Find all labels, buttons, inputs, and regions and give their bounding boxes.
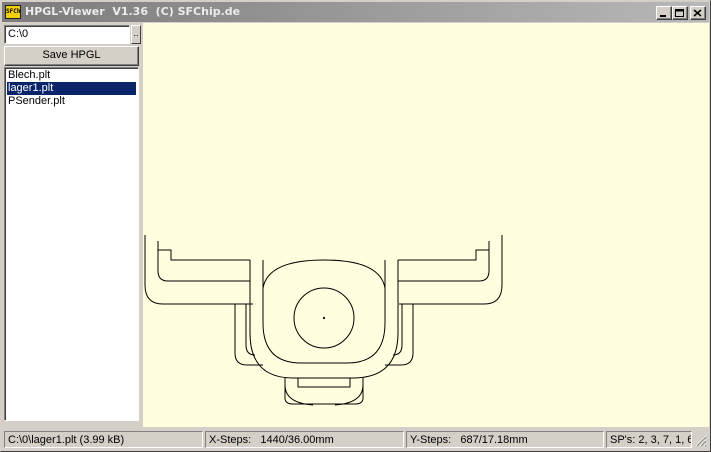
close-button[interactable] — [690, 6, 706, 20]
status-file: C:\0\lager1.plt (3.99 kB) — [4, 431, 203, 448]
app-icon[interactable]: SFChip — [5, 5, 21, 19]
title-bar[interactable]: SFChip HPGL-Viewer V1.36 (C) SFChip.de — [2, 2, 709, 22]
window-title: HPGL-Viewer V1.36 (C) SFChip.de — [25, 5, 241, 18]
drawing-dome — [262, 259, 386, 289]
drawing-side-wing — [234, 304, 263, 366]
status-xsteps: X-Steps: 1440/36.00mm — [205, 431, 404, 448]
hpgl-drawing — [144, 235, 503, 406]
file-list[interactable]: Blech.plt lager1.plt PSender.plt — [4, 67, 139, 421]
maximize-button[interactable] — [672, 6, 688, 20]
plot-canvas[interactable] — [143, 23, 709, 427]
drawing-outer-bracket — [144, 235, 253, 305]
status-ysteps: Y-Steps: 687/17.18mm — [406, 431, 604, 448]
status-bar: C:\0\lager1.plt (3.99 kB) X-Steps: 1440/… — [2, 429, 709, 450]
browse-button[interactable]: .. — [131, 25, 141, 44]
drawing-top-plate — [158, 249, 250, 261]
close-icon — [693, 9, 702, 17]
status-sps: SP's: 2, 3, 7, 1, 6 — [606, 431, 692, 448]
save-hpgl-button[interactable]: Save HPGL — [4, 46, 139, 66]
minimize-button[interactable] — [656, 6, 672, 20]
file-item-lager1[interactable]: lager1.plt — [7, 82, 136, 95]
drawing-inner-bracket — [157, 241, 250, 282]
minimize-icon — [660, 15, 666, 17]
path-input[interactable]: C:\0 — [4, 25, 130, 44]
drawing-base-arc — [284, 384, 314, 406]
file-item-blech[interactable]: Blech.plt — [7, 69, 136, 82]
resize-grip-icon[interactable] — [695, 435, 707, 447]
maximize-icon — [675, 9, 684, 17]
app-window: SFChip HPGL-Viewer V1.36 (C) SFChip.de C… — [0, 0, 711, 452]
drawing-bottom-lip — [284, 378, 364, 405]
file-item-psender[interactable]: PSender.plt — [7, 95, 136, 108]
